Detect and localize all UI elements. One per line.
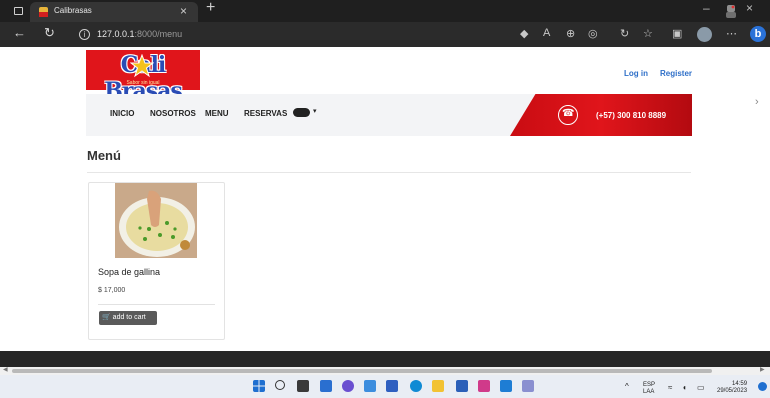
battery-icon[interactable]: ▭ <box>697 384 705 392</box>
language-code: ESP <box>643 382 656 388</box>
window-close-button[interactable]: × <box>746 1 753 15</box>
logo-tagline: Sabor sin igual <box>126 80 160 86</box>
chevron-right-icon[interactable]: › <box>755 96 759 108</box>
nav-item-inicio[interactable]: INICIO <box>110 109 134 118</box>
new-tab-button[interactable]: + <box>206 0 215 17</box>
divider <box>87 172 691 173</box>
cart-icon: 🛒 <box>102 314 111 321</box>
favicon-icon <box>39 7 48 17</box>
language-indicator[interactable]: ESP LAA <box>643 382 655 396</box>
read-aloud-icon[interactable]: A <box>543 27 550 39</box>
start-icon[interactable] <box>253 380 265 392</box>
chat-icon[interactable] <box>342 380 354 392</box>
browser-titlebar: Calibrasas × + – × <box>0 0 770 22</box>
profile-avatar[interactable] <box>697 27 712 42</box>
browser-tab[interactable]: Calibrasas × <box>30 2 198 22</box>
notification-icon[interactable] <box>758 382 767 391</box>
product-price: $ 17,000 <box>98 287 126 294</box>
file-explorer-icon[interactable] <box>432 380 444 392</box>
phone-icon: ☎ <box>558 105 578 125</box>
window-minimize-button[interactable]: – <box>703 1 710 15</box>
add-to-cart-button[interactable]: 🛒 add to cart <box>99 311 157 325</box>
tag-icon[interactable]: ◆ <box>520 27 528 40</box>
app-icon[interactable] <box>522 380 534 392</box>
chevron-up-icon[interactable]: ^ <box>625 383 629 391</box>
site-info-icon[interactable]: i <box>79 29 90 40</box>
favorites-icon[interactable]: ☆ <box>643 27 653 40</box>
search-icon[interactable] <box>275 380 285 390</box>
scroll-left-icon[interactable]: ◀ <box>3 366 8 373</box>
wifi-icon[interactable]: ≈ <box>668 384 672 392</box>
tracking-icon[interactable]: ◎ <box>588 27 598 40</box>
widgets-icon[interactable] <box>320 380 332 392</box>
login-link[interactable]: Log in <box>624 69 648 78</box>
cart-badge-icon[interactable] <box>293 108 310 117</box>
scrollbar-thumb[interactable] <box>12 369 712 373</box>
reload-icon[interactable]: ↻ <box>44 25 55 41</box>
register-link[interactable]: Register <box>660 69 692 78</box>
vscode-icon[interactable] <box>500 380 512 392</box>
nav-item-reservas[interactable]: RESERVAS <box>244 109 287 118</box>
star-icon <box>130 54 154 78</box>
scroll-right-icon[interactable]: ▶ <box>760 366 765 373</box>
task-view-icon[interactable] <box>297 380 309 392</box>
tab-title: Calibrasas <box>54 6 92 15</box>
bing-icon[interactable]: b <box>750 26 766 42</box>
product-image[interactable] <box>115 183 197 258</box>
add-to-cart-label: add to cart <box>112 314 146 321</box>
word-icon[interactable] <box>456 380 468 392</box>
zoom-icon[interactable]: ⊕ <box>566 27 575 40</box>
site-footer <box>0 351 770 367</box>
clock-time: 14:59 <box>732 381 748 387</box>
site-logo[interactable]: Cali Brasas Sabor sin igual <box>86 50 200 104</box>
vs-app-icon[interactable] <box>386 380 398 392</box>
window-icon[interactable] <box>14 7 23 15</box>
tab-close-icon[interactable]: × <box>180 4 187 18</box>
edge-icon[interactable] <box>410 380 422 392</box>
collections-icon[interactable]: ▣ <box>672 27 682 40</box>
product-name: Sopa de gallina <box>98 267 161 277</box>
browser-toolbar: ← ↻ i 127.0.0.1:8000/menu ◆ A ⊕ ◎ ↻ ☆ ▣ … <box>0 22 770 47</box>
card-divider <box>98 304 215 305</box>
chevron-down-icon[interactable]: ▾ <box>313 107 317 115</box>
keyboard-layout: LAA <box>643 389 655 395</box>
nav-item-nosotros[interactable]: NOSOTROS <box>150 109 196 118</box>
system-clock[interactable]: 14:59 29/05/2023 <box>717 381 747 395</box>
calendar-app-icon[interactable] <box>364 380 376 392</box>
url-host: 127.0.0.1 <box>97 29 135 39</box>
refresh-ext-icon[interactable]: ↻ <box>620 27 629 40</box>
page-title: Menú <box>87 148 121 163</box>
extension-icon[interactable] <box>724 3 738 19</box>
clock-date: 29/05/2023 <box>717 388 748 394</box>
url-path: :8000/menu <box>134 29 183 39</box>
store-icon[interactable] <box>478 380 490 392</box>
nav-item-menu[interactable]: MENU <box>205 109 229 118</box>
volume-icon[interactable]: ◖ <box>682 384 687 392</box>
phone-number[interactable]: (+57) 300 810 8889 <box>596 111 666 120</box>
address-bar[interactable]: 127.0.0.1:8000/menu <box>97 29 182 39</box>
back-arrow-icon[interactable]: ← <box>13 25 26 40</box>
more-menu-icon[interactable]: ⋯ <box>726 27 737 40</box>
